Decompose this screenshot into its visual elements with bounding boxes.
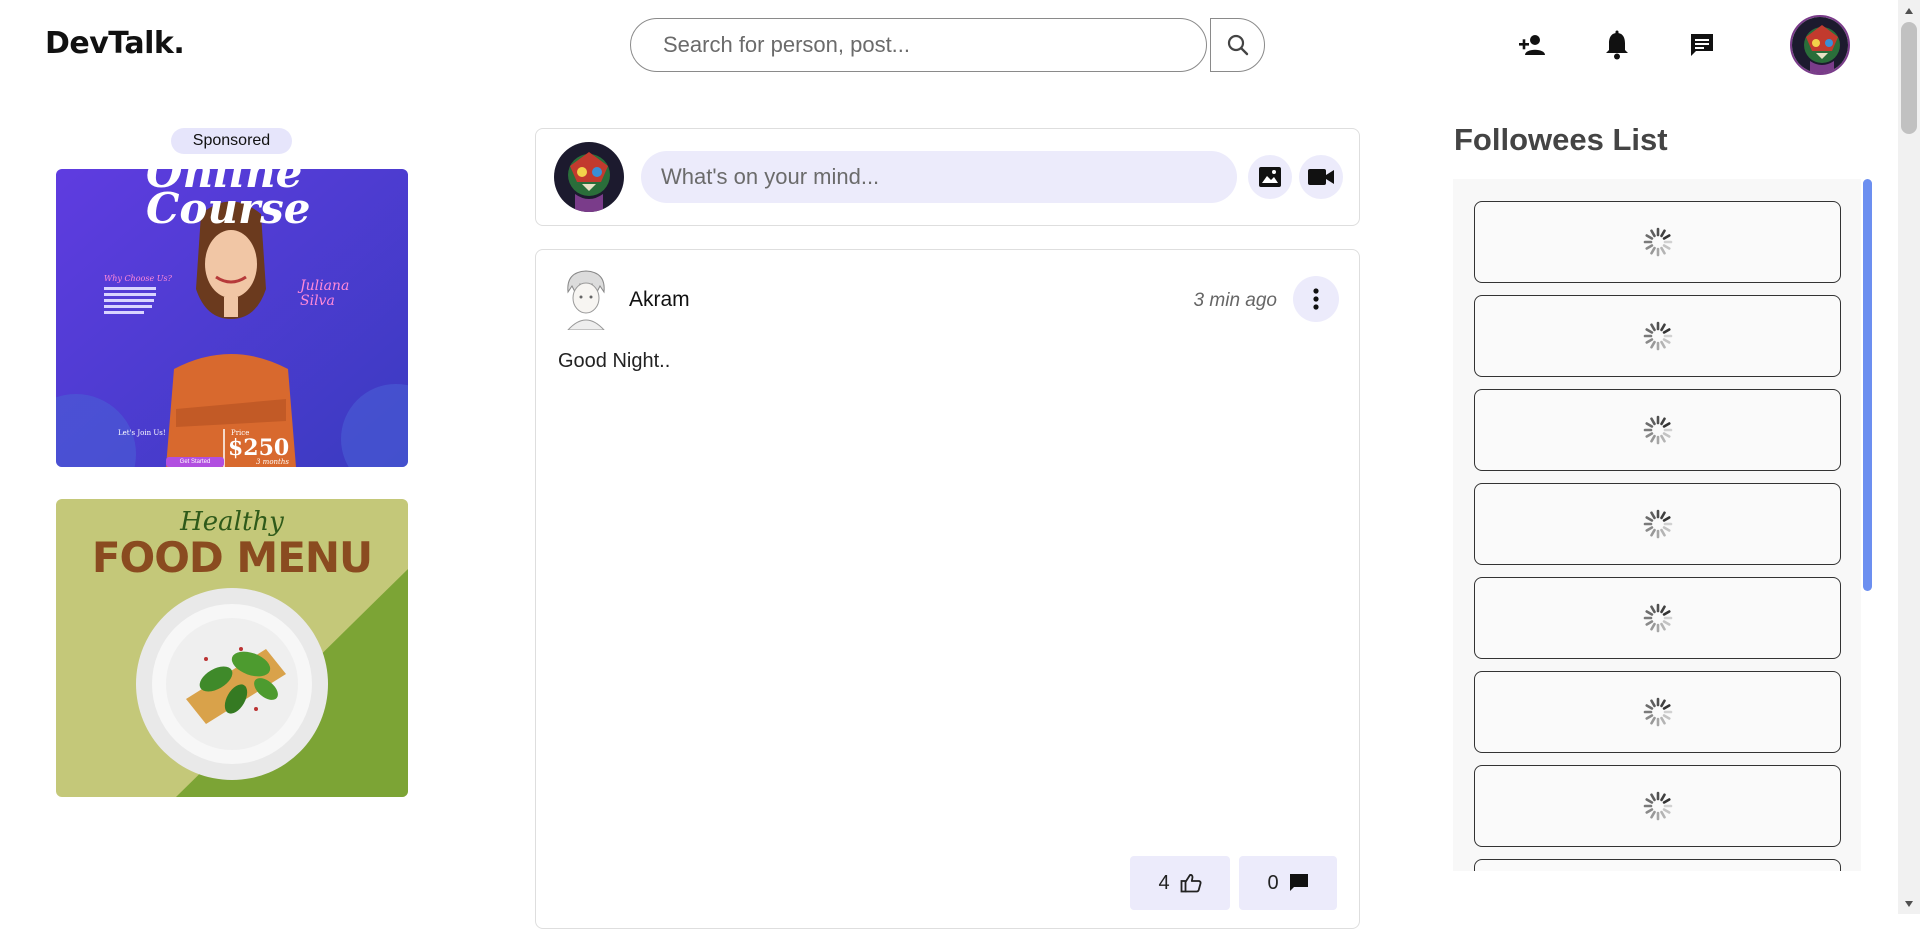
followee-card-loading <box>1474 859 1841 871</box>
post-timestamp: 3 min ago <box>1193 290 1277 311</box>
loading-spinner-icon <box>1643 509 1672 539</box>
more-vert-icon <box>1313 288 1319 310</box>
loading-spinner-icon <box>1643 603 1672 633</box>
search-input[interactable] <box>630 18 1207 72</box>
followee-card-loading <box>1474 295 1841 377</box>
page-scrollbar[interactable] <box>1898 0 1920 914</box>
message-icon[interactable] <box>1685 28 1719 62</box>
loading-spinner-icon <box>1643 227 1672 257</box>
composer-input[interactable] <box>641 151 1237 203</box>
app-logo[interactable]: DevTalk. <box>45 26 185 61</box>
loading-spinner-icon <box>1643 415 1672 445</box>
ad-person-name: Juliana Silva <box>300 278 350 309</box>
loading-spinner-icon <box>1643 321 1672 351</box>
post-author-avatar[interactable] <box>558 266 614 330</box>
followee-card-loading <box>1474 765 1841 847</box>
loading-spinner-icon <box>1643 791 1672 821</box>
ad-why-text: Why Choose Us? <box>104 274 173 283</box>
search-bar <box>630 18 1265 72</box>
scroll-down-arrow-icon[interactable] <box>1902 897 1916 911</box>
add-photo-button[interactable] <box>1248 155 1292 199</box>
image-icon <box>1259 167 1281 187</box>
search-button[interactable] <box>1210 18 1265 72</box>
followees-title: Followees List <box>1454 122 1668 157</box>
like-count: 4 <box>1158 871 1170 894</box>
post-card: Akram 3 min ago Good Night.. 4 0 <box>535 249 1360 929</box>
like-button[interactable]: 4 <box>1130 856 1230 910</box>
composer-avatar <box>554 142 624 212</box>
followee-card-loading <box>1474 577 1841 659</box>
post-author-name[interactable]: Akram <box>629 288 690 312</box>
post-options-button[interactable] <box>1293 276 1339 322</box>
followee-card-loading <box>1474 389 1841 471</box>
avatar[interactable] <box>1790 15 1850 75</box>
ad-food-title: FOOD MENU <box>91 533 373 582</box>
comment-icon <box>1289 874 1308 891</box>
followee-card-loading <box>1474 201 1841 283</box>
ad-duration: 3 months <box>256 458 289 466</box>
sponsored-badge: Sponsored <box>171 128 292 154</box>
thumbs-up-icon <box>1180 874 1202 893</box>
followees-scrollbar[interactable] <box>1863 179 1872 591</box>
post-composer <box>535 128 1360 226</box>
search-icon <box>1227 34 1248 56</box>
ad-title-line2: Course <box>146 184 311 233</box>
comment-count: 0 <box>1267 871 1279 894</box>
post-text: Good Night.. <box>558 350 671 372</box>
food-menu-ad[interactable]: Healthy FOOD MENU <box>56 499 408 797</box>
add-video-button[interactable] <box>1299 155 1343 199</box>
followee-card-loading <box>1474 671 1841 753</box>
top-navbar: DevTalk. <box>0 0 1898 90</box>
online-course-ad[interactable]: Why Choose Us? Let's Join Us! Price Onli… <box>56 169 408 467</box>
followee-card-loading <box>1474 483 1841 565</box>
video-icon <box>1308 169 1334 185</box>
page-scroll-thumb[interactable] <box>1901 22 1917 134</box>
loading-spinner-icon <box>1643 697 1672 727</box>
bell-icon[interactable] <box>1600 28 1634 62</box>
scroll-up-arrow-icon[interactable] <box>1902 4 1916 18</box>
comment-button[interactable]: 0 <box>1239 856 1337 910</box>
add-friend-icon[interactable] <box>1515 28 1549 62</box>
ad-cta: Get Started <box>166 457 224 467</box>
followees-list <box>1453 179 1861 871</box>
svg-text:Let's Join Us!: Let's Join Us! <box>118 429 166 437</box>
